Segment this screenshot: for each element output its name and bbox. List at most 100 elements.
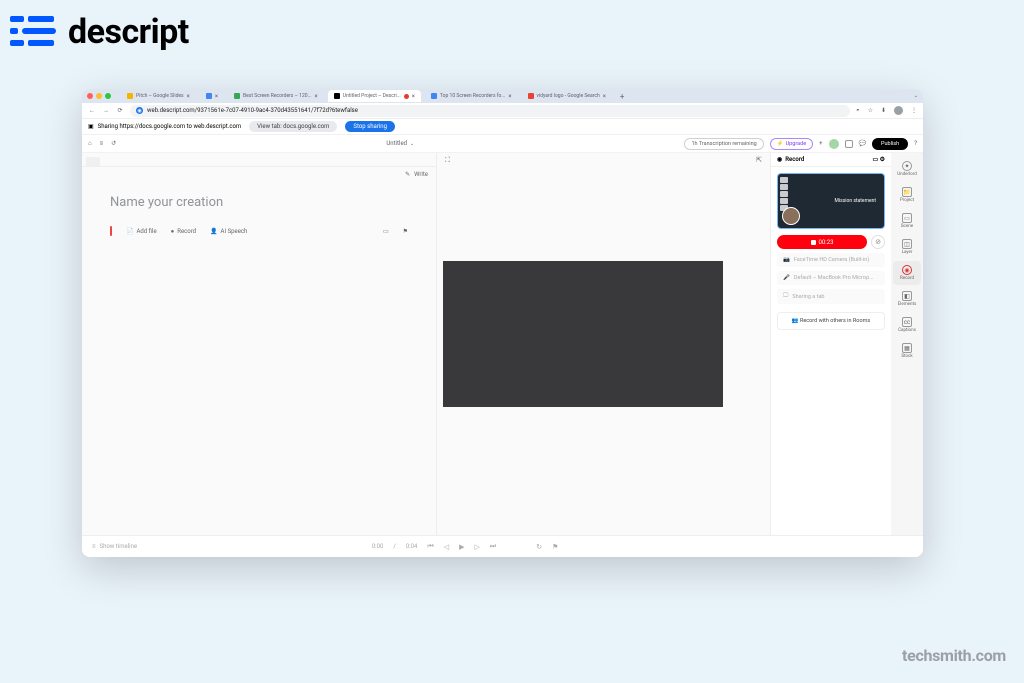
favicon [206,93,212,99]
menu-icon[interactable]: ⋮ [911,107,917,114]
ai-speech-button[interactable]: 👤AI Speech [210,228,247,235]
video-preview[interactable] [443,261,723,407]
rail-elements[interactable]: ◧Elements [893,287,921,311]
elements-icon: ◧ [902,291,912,301]
extension-icon[interactable]: ◓ [856,107,860,114]
present-icon[interactable] [845,140,853,148]
project-title[interactable]: Untitled [386,140,407,147]
play-button[interactable]: ▶ [459,543,464,551]
avatar[interactable] [829,139,839,149]
menu-icon[interactable]: ≡ [100,140,104,147]
tab-5[interactable]: vidyard logo - Google Search× [522,90,612,102]
minimize-icon[interactable] [96,93,102,99]
tab-2[interactable]: Best Screen Recorders – 120...× [228,90,324,102]
tab-4[interactable]: Top 10 Screen Recorders fo...× [425,90,518,102]
screen-label: Sharing a tab [792,294,824,300]
time-total: 0:04 [406,543,418,550]
add-file-button[interactable]: 📄Add file [126,228,157,235]
gear-icon[interactable]: ⚙ [880,156,885,163]
address-bar[interactable]: ◉ web.descript.com/9371561e-7c07-4910-9a… [130,105,850,117]
canvas[interactable] [437,167,770,535]
rail-underlord[interactable]: ✦Underlord [893,157,921,181]
show-timeline-button[interactable]: ≡Show timeline [92,543,137,550]
favicon [431,93,437,99]
slide-text: Mission statement [835,198,876,204]
loop-button[interactable]: ↻ [536,543,542,551]
layout-icon[interactable]: ▭ [872,156,878,163]
rail-record[interactable]: ◉Record [893,261,921,285]
maximize-icon[interactable] [105,93,111,99]
mic-select[interactable]: 🎤Default – MacBook Pro Microp... [777,271,885,285]
descript-logo: descript [10,12,189,52]
profile-icon[interactable] [894,106,903,115]
site-info-icon[interactable]: ◉ [136,107,143,114]
tab-3[interactable]: Untitled Project – Descri... × [328,90,421,102]
rail-scene[interactable]: ▭Scene [893,209,921,233]
layout-icon[interactable]: ▭ [383,228,389,235]
home-icon[interactable]: ⌂ [88,140,92,147]
bookmark-icon[interactable]: ☆ [868,107,873,114]
new-tab-button[interactable]: + [616,92,629,101]
close-icon[interactable]: × [315,93,318,100]
tab-label: Pitch – Google Slides [136,93,184,99]
close-icon[interactable]: × [603,93,606,100]
close-icon[interactable] [87,93,93,99]
close-icon[interactable]: × [187,93,190,100]
add-button[interactable]: + [819,140,822,147]
bookmark-icon[interactable]: ⚑ [403,228,408,235]
webcam-bubble[interactable] [782,207,800,225]
traffic-lights[interactable] [87,93,111,99]
marker-button[interactable]: ⚑ [552,543,558,551]
close-icon[interactable]: × [508,93,511,100]
camera-icon: 📷 [783,257,790,263]
prev-button[interactable]: ◁ [444,543,449,551]
app-header: ⌂ ≡ ↺ Untitled ⌄ 1h Transcription remain… [82,135,923,153]
rail-captions[interactable]: ccCaptions [893,313,921,337]
write-button[interactable]: Write [414,171,428,178]
close-icon[interactable]: × [412,93,415,100]
recording-preview[interactable]: Mission statement [777,173,885,229]
fit-icon[interactable]: ⛶ [445,156,450,165]
watermark: techsmith.com [902,646,1006,665]
tab-label: Untitled Project – Descri... [343,93,401,99]
record-dot-icon: ● [171,228,175,235]
tab-0[interactable]: Pitch – Google Slides× [121,90,196,102]
record-button[interactable]: ●Record [171,228,196,235]
rooms-button[interactable]: 👥 Record with others in Rooms [777,312,885,330]
pause-button[interactable]: ⊘ [871,235,885,249]
rail-label: Project [900,198,914,203]
title-input[interactable]: Name your creation [110,195,408,210]
scene-tab[interactable] [86,157,100,167]
reload-button[interactable]: ⟳ [116,107,124,114]
close-icon[interactable]: × [215,93,218,100]
view-tab-button[interactable]: View tab: docs.google.com [249,121,337,132]
back-button[interactable]: ← [88,107,96,114]
ai-speech-label: AI Speech [221,228,248,235]
download-icon[interactable]: ⬇ [881,107,886,114]
rail-layer[interactable]: ◫Layer [893,235,921,259]
transcription-pill[interactable]: 1h Transcription remaining [684,138,763,150]
chevron-down-icon[interactable]: ⌄ [914,93,918,99]
record-icon: ◉ [902,265,912,275]
publish-button[interactable]: Publish [872,138,908,150]
help-icon[interactable]: ? [914,140,917,147]
comment-icon[interactable]: 💬 [859,140,866,147]
screen-select[interactable]: 🖵Sharing a tab [777,289,885,304]
camera-select[interactable]: 📷FaceTime HD Camera (Built-in) [777,253,885,267]
history-icon[interactable]: ↺ [111,140,116,147]
tab-strip: Pitch – Google Slides× × Best Screen Rec… [82,89,923,103]
upgrade-button[interactable]: ⚡Upgrade [770,138,813,150]
rail-stock[interactable]: ▦Stock [893,339,921,363]
expand-icon[interactable]: ⇱ [756,156,762,164]
chevron-down-icon[interactable]: ⌄ [410,141,414,147]
forward-button[interactable]: → [102,107,110,114]
add-file-label: Add file [136,228,156,235]
rail-project[interactable]: 📁Project [893,183,921,207]
tab-1[interactable]: × [200,90,224,102]
stop-sharing-button[interactable]: Stop sharing [345,121,395,132]
stop-record-button[interactable]: 00:23 [777,235,867,249]
upgrade-label: Upgrade [786,141,807,147]
skip-back-button[interactable]: ⏮ [427,542,433,551]
next-button[interactable]: ▷ [474,543,479,551]
skip-fwd-button[interactable]: ⏭ [490,542,496,551]
